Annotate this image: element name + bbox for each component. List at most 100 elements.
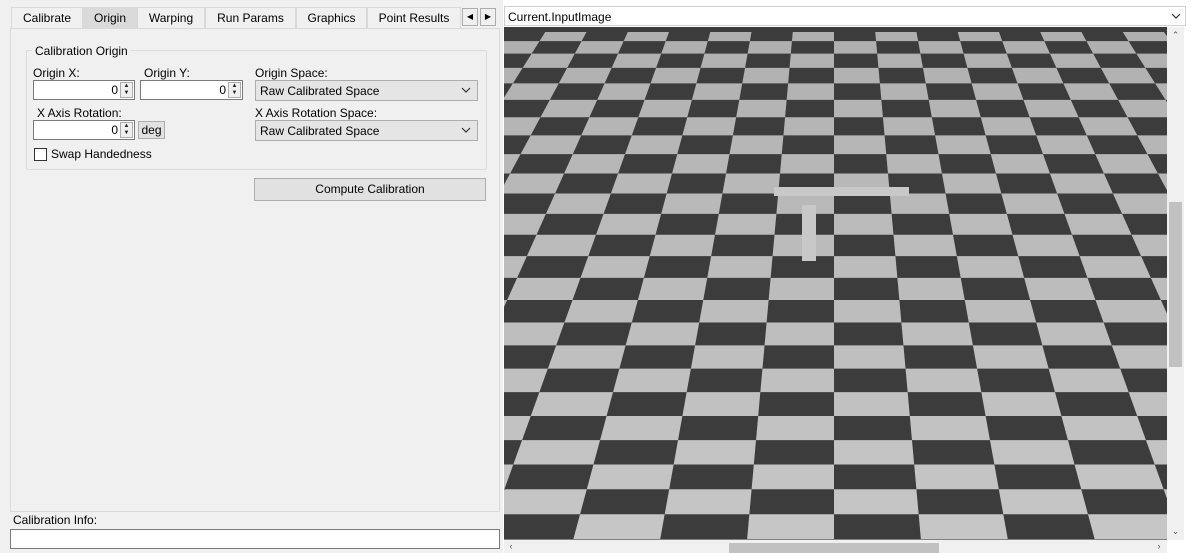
image-selector[interactable]: Current.InputImage [504,6,1186,26]
checker-square [834,256,898,278]
checker-square [574,41,624,54]
checker-square [596,213,662,235]
tab-origin[interactable]: Origin [83,7,137,29]
checker-square [964,299,1037,323]
calibration-info-label: Calibration Info: [13,513,98,527]
checker-square [564,154,626,174]
scroll-up-icon[interactable]: ⌃ [1167,27,1184,44]
checker-square [520,135,582,155]
tab-strip: Calibrate Origin Warping Run Params Grap… [11,7,501,29]
horizontal-scrollbar[interactable]: ‹ › [504,540,1167,553]
checker-square [1040,32,1087,42]
tab-scroll-right-icon[interactable]: ▶ [480,8,496,26]
checker-square [905,368,982,393]
checker-square [1095,299,1167,323]
checker-square [949,213,1013,235]
checker-square [957,32,1003,42]
spin-up-icon[interactable]: ▲ [229,83,240,90]
checkerboard-image-icon [504,27,1167,540]
origin-space-select[interactable]: Raw Calibrated Space [255,80,478,101]
checker-square [673,440,757,465]
checker-square [834,67,880,84]
checker-square [834,299,902,323]
tab-graphics[interactable]: Graphics [296,7,367,29]
spin-up-icon[interactable]: ▲ [121,83,132,90]
checker-square [729,135,784,155]
spin-down-icon[interactable]: ▼ [121,90,132,97]
spin-down-icon[interactable]: ▼ [229,90,240,97]
compute-calibration-button[interactable]: Compute Calibration [254,178,486,201]
checker-square [747,514,834,540]
fiducial-stem [802,205,816,261]
checker-square [1011,67,1064,84]
vertical-scroll-thumb[interactable] [1169,202,1182,367]
scroll-down-icon[interactable]: ⌄ [1167,523,1184,540]
calibration-info-field[interactable] [10,529,500,549]
origin-x-spin-buttons[interactable]: ▲ ▼ [120,82,133,98]
checker-square [526,234,597,257]
checker-square [886,154,942,174]
checker-square [564,299,638,323]
checker-square [707,32,752,42]
tab-scroll-left-icon[interactable]: ◀ [462,8,478,26]
checker-square [539,32,587,42]
spin-up-icon[interactable]: ▲ [121,123,132,130]
image-viewer[interactable] [504,27,1167,540]
checker-square [700,53,748,68]
checker-square [1087,514,1167,540]
x-axis-rotation-spin-buttons[interactable]: ▲ ▼ [120,122,133,138]
checker-square [545,193,611,214]
checker-square [1095,154,1158,174]
origin-x-value: 0 [111,83,118,97]
origin-y-stepper[interactable]: 0 ▲ ▼ [140,80,243,100]
checker-square [699,299,769,323]
checker-square [715,213,777,235]
scroll-right-icon[interactable]: › [1152,540,1166,553]
checker-square [1001,193,1065,214]
x-axis-rotation-space-label: X Axis Rotation Space: [255,106,378,120]
checker-square [1063,83,1119,100]
checker-square [742,67,790,84]
scroll-left-icon[interactable]: ‹ [504,540,518,553]
checker-square [637,277,708,300]
checker-square [1049,53,1101,68]
origin-y-label: Origin Y: [144,66,190,80]
vertical-scrollbar[interactable]: ⌃ ⌄ [1167,27,1184,540]
checker-square [613,368,691,393]
checker-square [935,135,991,155]
checker-square [963,53,1012,68]
x-axis-rotation-space-select[interactable]: Raw Calibrated Space [255,120,478,141]
origin-y-spin-buttons[interactable]: ▲ ▼ [228,82,241,98]
checker-square [998,489,1088,515]
tab-run-params[interactable]: Run Params [205,7,296,29]
checker-square [1078,117,1138,136]
spin-down-icon[interactable]: ▼ [121,130,132,137]
checker-square [638,99,692,118]
fiducial-bar [774,187,909,196]
checker-square [558,67,612,84]
deg-unit-button[interactable]: deg [138,121,165,139]
tab-warping[interactable]: Warping [137,7,205,29]
x-axis-rotation-space-value: Raw Calibrated Space [260,124,380,138]
checker-square [1061,415,1146,441]
chevron-down-icon [461,127,471,133]
x-axis-rotation-stepper[interactable]: 0 ▲ ▼ [33,120,135,140]
checker-square [650,67,701,84]
swap-handedness-checkbox[interactable] [34,148,47,161]
checker-square [625,322,700,346]
tab-calibrate[interactable]: Calibrate [11,7,83,29]
checker-square [1049,173,1113,194]
origin-x-stepper[interactable]: 0 ▲ ▼ [33,80,135,100]
swap-handedness-label: Swap Handedness [51,147,152,161]
horizontal-scroll-thumb[interactable] [729,543,939,553]
checker-square [1074,464,1164,490]
checker-square [972,345,1049,369]
checker-square [882,117,936,136]
checker-square [764,322,834,346]
checker-square [922,67,972,84]
checker-square [661,41,708,54]
checker-square [504,489,587,515]
checker-square [682,117,737,136]
tab-point-results[interactable]: Point Results [367,7,461,29]
checker-square [834,392,910,416]
